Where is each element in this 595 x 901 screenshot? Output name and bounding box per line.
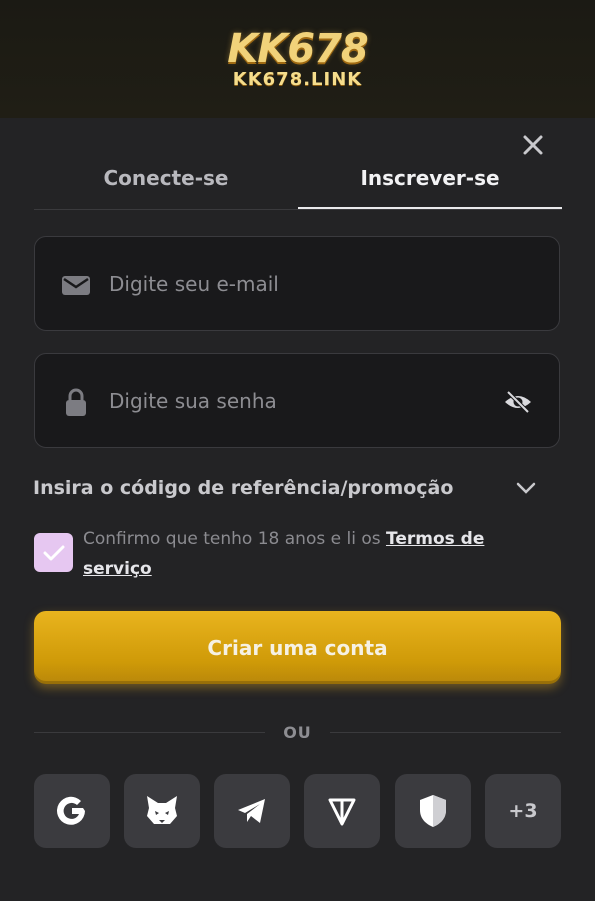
- tabs-divider: [34, 209, 562, 210]
- telegram-icon: [238, 799, 265, 823]
- divider-line-left: [34, 731, 266, 733]
- passkey-login-button[interactable]: [395, 774, 471, 848]
- telegram-login-button[interactable]: [214, 774, 290, 848]
- brand-domain: KK678.LINK: [232, 69, 363, 90]
- or-label: OU: [283, 722, 312, 742]
- google-login-button[interactable]: [34, 774, 110, 848]
- lock-icon: [66, 388, 86, 416]
- age-consent-checkbox[interactable]: [34, 533, 73, 572]
- email-field[interactable]: Digite seu e-mail: [34, 236, 560, 331]
- metamask-icon: [147, 796, 177, 824]
- shield-icon: [420, 795, 446, 827]
- ton-icon: [328, 798, 356, 826]
- email-placeholder: Digite seu e-mail: [109, 272, 279, 296]
- more-options-label: +3: [508, 800, 538, 822]
- consent-text: Confirmo que tenho 18 anos e li os Termo…: [83, 524, 553, 584]
- more-login-options-button[interactable]: +3: [485, 774, 561, 848]
- checkmark-icon: [43, 545, 64, 560]
- header-logo-bar: KK678 KK678.LINK: [0, 0, 595, 118]
- auth-tabs: Conecte-se Inscrever-se: [34, 148, 562, 210]
- promo-label: Insira o código de referência/promoção: [33, 477, 454, 499]
- metamask-login-button[interactable]: [124, 774, 200, 848]
- divider-line-right: [329, 731, 561, 733]
- or-divider: OU: [34, 720, 561, 744]
- envelope-icon: [62, 276, 90, 295]
- google-icon: [57, 796, 85, 825]
- tab-signup[interactable]: Inscrever-se: [298, 148, 562, 209]
- eye-off-icon[interactable]: [503, 388, 533, 416]
- ton-login-button[interactable]: [304, 774, 380, 848]
- password-field[interactable]: Digite sua senha: [34, 353, 560, 448]
- brand-logo: KK678: [227, 26, 368, 72]
- create-account-button[interactable]: Criar uma conta: [34, 611, 561, 684]
- promo-code-toggle[interactable]: Insira o código de referência/promoção: [33, 472, 537, 504]
- tab-login[interactable]: Conecte-se: [34, 148, 298, 208]
- chevron-down-icon: [516, 482, 536, 494]
- consent-label: Confirmo que tenho 18 anos e li os: [83, 529, 386, 549]
- social-login-row: +3: [34, 774, 562, 848]
- password-placeholder: Digite sua senha: [109, 389, 277, 413]
